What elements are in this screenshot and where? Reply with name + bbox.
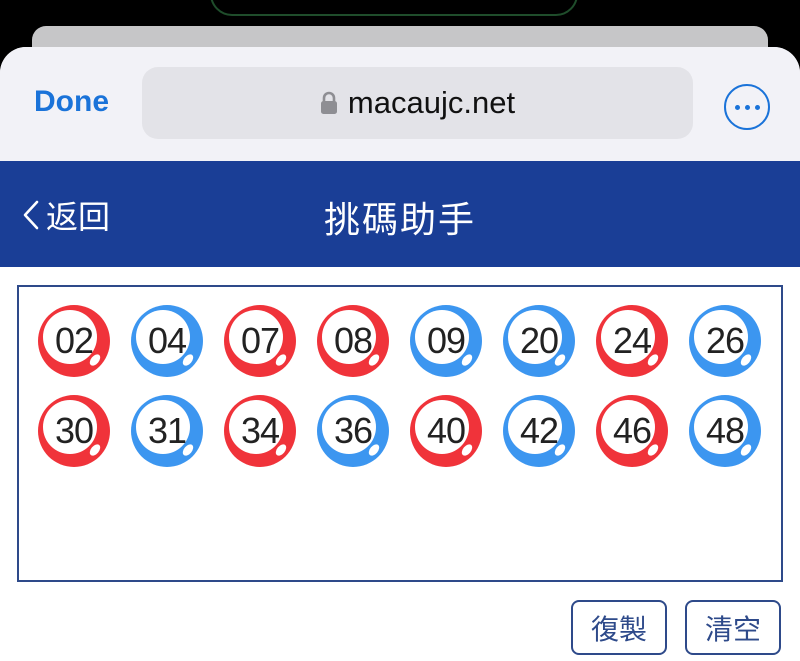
number-ball-blue[interactable]: 31 — [130, 394, 204, 468]
number-ball-blue[interactable]: 20 — [502, 304, 576, 378]
dynamic-island — [210, 0, 578, 16]
copy-button[interactable]: 復製 — [571, 600, 667, 655]
ball-number: 46 — [612, 410, 652, 451]
number-ball-blue[interactable]: 09 — [409, 304, 483, 378]
number-ball-blue[interactable]: 42 — [502, 394, 576, 468]
address-bar[interactable]: macaujc.net — [142, 67, 693, 139]
url-text: macaujc.net — [347, 85, 516, 120]
ball-grid: 02 04 07 08 09 20 24 26 30 31 34 36 40 42 46 48 — [37, 304, 762, 468]
number-ball-blue[interactable]: 04 — [130, 304, 204, 378]
ellipsis-circle-icon[interactable] — [724, 84, 770, 130]
number-ball-red[interactable]: 08 — [316, 304, 390, 378]
ball-number: 34 — [240, 410, 280, 451]
screen: Done macaujc.net 返回 挑碼助手 02 04 07 08 09 … — [0, 0, 800, 661]
number-ball-blue[interactable]: 26 — [688, 304, 762, 378]
browser-sheet: Done macaujc.net 返回 挑碼助手 02 04 07 08 09 … — [0, 47, 800, 661]
number-ball-red[interactable]: 07 — [223, 304, 297, 378]
clear-button[interactable]: 清空 — [685, 600, 781, 655]
done-button[interactable]: Done — [34, 85, 109, 119]
browser-toolbar: Done macaujc.net — [0, 47, 800, 161]
ball-number: 42 — [519, 410, 559, 451]
number-ball-blue[interactable]: 36 — [316, 394, 390, 468]
number-ball-red[interactable]: 24 — [595, 304, 669, 378]
ball-number: 24 — [612, 320, 652, 361]
number-ball-red[interactable]: 34 — [223, 394, 297, 468]
ball-number: 40 — [426, 410, 466, 451]
number-ball-red[interactable]: 30 — [37, 394, 111, 468]
number-ball-red[interactable]: 02 — [37, 304, 111, 378]
app-header: 返回 挑碼助手 — [0, 161, 800, 267]
number-ball-blue[interactable]: 48 — [688, 394, 762, 468]
ball-number: 02 — [54, 320, 94, 361]
ball-number: 48 — [705, 410, 745, 451]
ball-number: 30 — [54, 410, 94, 451]
lock-icon — [320, 91, 338, 115]
ball-number: 31 — [147, 410, 187, 451]
ball-number: 09 — [426, 320, 466, 361]
selected-numbers-panel: 02 04 07 08 09 20 24 26 30 31 34 36 40 42 46 48 — [17, 285, 783, 582]
number-ball-red[interactable]: 40 — [409, 394, 483, 468]
ball-number: 08 — [333, 320, 373, 361]
number-ball-red[interactable]: 46 — [595, 394, 669, 468]
ball-number: 36 — [333, 410, 373, 451]
ball-number: 20 — [519, 320, 559, 361]
ball-number: 04 — [147, 320, 187, 361]
page-title: 挑碼助手 — [323, 200, 476, 241]
ball-number: 26 — [705, 320, 745, 361]
ball-number: 07 — [240, 320, 280, 361]
